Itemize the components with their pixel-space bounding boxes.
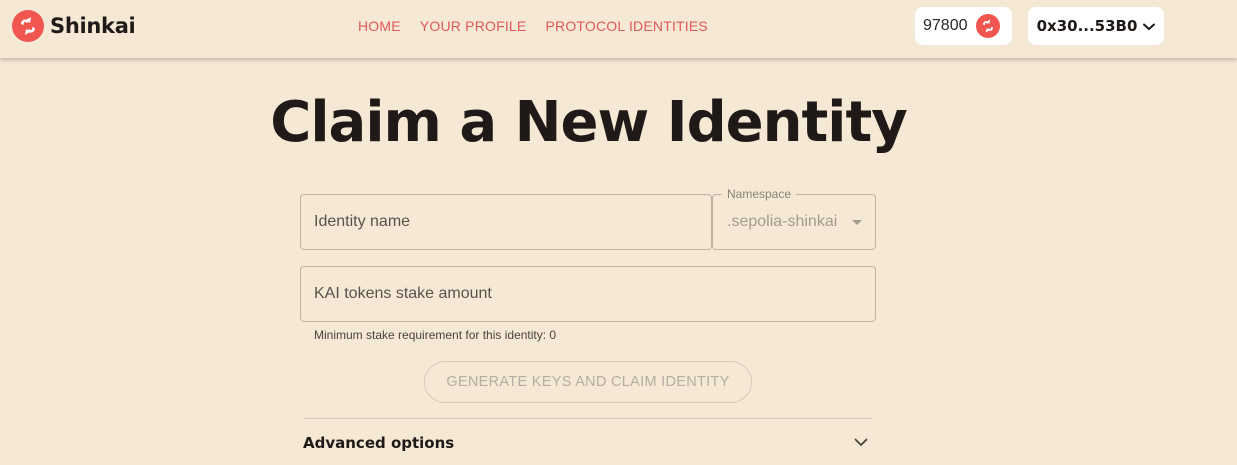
shinkai-coin-icon xyxy=(975,14,1000,38)
chevron-down-icon xyxy=(1143,17,1156,35)
brand-name: Shinkai xyxy=(50,14,136,38)
nav-home[interactable]: HOME xyxy=(358,18,401,34)
stake-amount-input[interactable] xyxy=(301,267,875,321)
wallet-button[interactable]: 0x30...53B0 xyxy=(1028,7,1164,45)
nav-your-profile[interactable]: YOUR PROFILE xyxy=(420,18,527,34)
identity-name-input[interactable] xyxy=(301,195,711,249)
nav-protocol-identities[interactable]: PROTOCOL IDENTITIES xyxy=(545,18,708,34)
stake-amount-field xyxy=(300,266,876,322)
top-navigation-bar: Shinkai HOME YOUR PROFILE PROTOCOL IDENT… xyxy=(0,0,1237,58)
advanced-options-toggle[interactable]: Advanced options xyxy=(303,425,873,461)
namespace-value: .sepolia-shinkai xyxy=(727,213,838,230)
min-stake-helper-text: Minimum stake requirement for this ident… xyxy=(314,328,557,342)
dropdown-caret-icon xyxy=(852,220,862,225)
token-balance-value: 97800 xyxy=(923,17,968,34)
chevron-down-icon xyxy=(854,434,868,452)
brand-logo[interactable]: Shinkai xyxy=(12,10,136,42)
claim-identity-button[interactable]: GENERATE KEYS AND CLAIM IDENTITY xyxy=(424,361,752,403)
namespace-select[interactable]: Namespace .sepolia-shinkai xyxy=(712,187,876,250)
wallet-address: 0x30...53B0 xyxy=(1036,17,1138,35)
shinkai-logo-icon xyxy=(12,10,44,42)
main-nav: HOME YOUR PROFILE PROTOCOL IDENTITIES xyxy=(358,18,708,34)
page-title: Claim a New Identity xyxy=(270,90,908,155)
namespace-label: Namespace xyxy=(722,187,797,201)
divider xyxy=(303,418,873,419)
token-balance-chip[interactable]: 97800 xyxy=(915,7,1012,45)
advanced-options-label: Advanced options xyxy=(303,434,455,452)
identity-name-field xyxy=(300,194,712,250)
